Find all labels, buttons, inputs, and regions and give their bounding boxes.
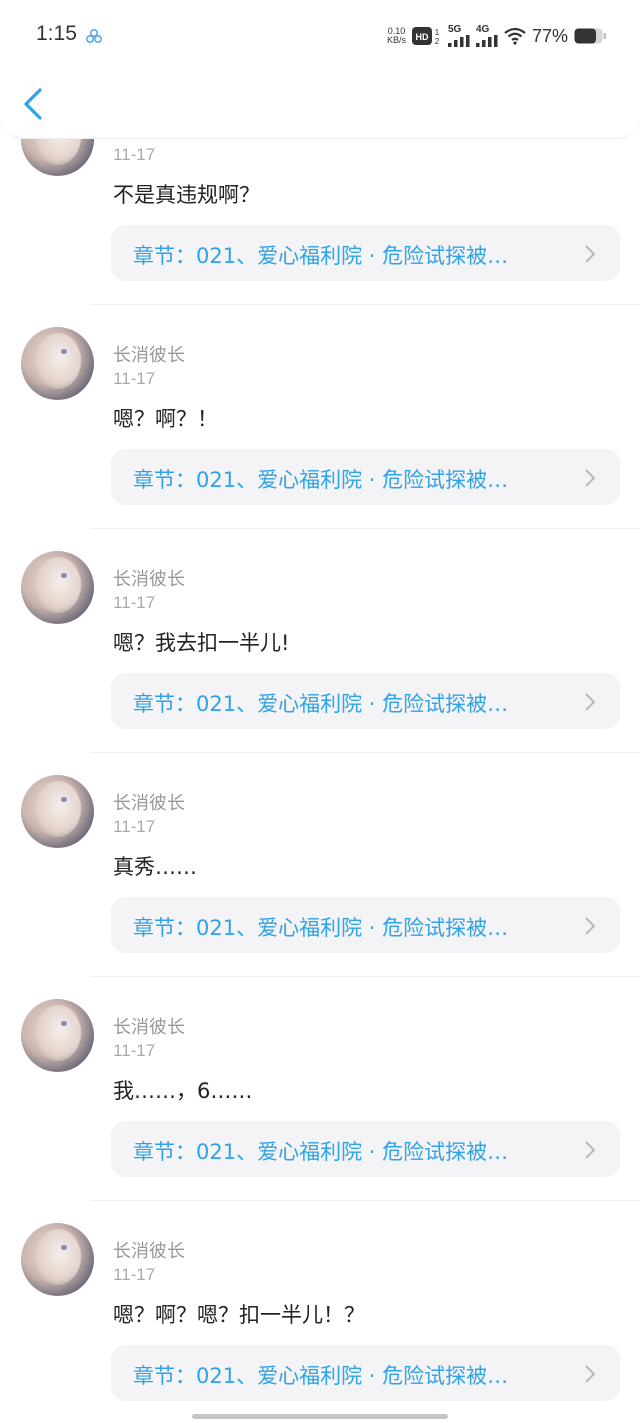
username[interactable]: 长消彼长	[113, 789, 185, 815]
username[interactable]: 长消彼长	[113, 1237, 185, 1263]
chapter-link[interactable]: 章节：021、爱心福利院 · 危险试探被…	[111, 1345, 620, 1401]
comment-date: 11-17	[113, 593, 156, 612]
comment-date: 11-17	[113, 1265, 156, 1284]
svg-text:1: 1	[435, 28, 440, 37]
chevron-right-icon	[585, 693, 596, 711]
comment-text: 真秀……	[113, 855, 197, 879]
svg-text:2: 2	[435, 37, 440, 46]
comment-date: 11-17	[113, 1041, 156, 1060]
chapter-label: 章节：021、爱心福利院 · 危险试探被…	[133, 916, 509, 940]
comment-text: 嗯？我去扣一半儿!	[113, 631, 290, 655]
top-header: 1:15 0.10 KB/s HD 1 2 5G 4G 77%	[0, 0, 640, 138]
divider	[90, 1200, 640, 1201]
hd-icon: HD 1 2	[411, 27, 440, 46]
chapter-label: 章节：021、爱心福利院 · 危险试探被…	[133, 244, 509, 268]
chevron-right-icon	[585, 917, 596, 935]
home-indicator[interactable]	[192, 1414, 448, 1419]
signal-5g: 5G	[447, 24, 470, 47]
wifi-icon	[504, 27, 526, 45]
status-icons: 0.10 KB/s HD 1 2 5G 4G 77%	[387, 22, 606, 50]
status-time: 1:15	[36, 22, 77, 45]
net-speed-unit: KB/s	[386, 35, 406, 45]
divider	[90, 528, 640, 529]
chevron-right-icon	[585, 1141, 596, 1159]
chapter-label: 章节：021、爱心福利院 · 危险试探被…	[133, 1140, 509, 1164]
chevron-right-icon	[585, 1365, 596, 1383]
status-bar: 1:15 0.10 KB/s HD 1 2 5G 4G 77%	[0, 0, 640, 72]
comment-text: 不是真违规啊？	[113, 183, 260, 207]
comment-date: 11-17	[113, 369, 156, 388]
chapter-label: 章节：021、爱心福利院 · 危险试探被…	[133, 692, 509, 716]
divider	[90, 976, 640, 977]
signal-label: 5G	[447, 24, 462, 35]
signal-bars-icon	[447, 35, 470, 47]
net-speed: 0.10 KB/s	[387, 27, 406, 45]
avatar[interactable]	[21, 1223, 94, 1296]
svg-text:HD: HD	[415, 32, 428, 42]
chapter-link[interactable]: 章节：021、爱心福利院 · 危险试探被…	[111, 1121, 620, 1177]
chapter-label: 章节：021、爱心福利院 · 危险试探被…	[133, 468, 509, 492]
battery-percent: 77%	[531, 25, 568, 46]
comment-text: 我……，6……	[113, 1079, 253, 1103]
chevron-right-icon	[585, 469, 596, 487]
comment-date: 11-17	[113, 817, 156, 836]
chapter-label: 章节：021、爱心福利院 · 危险试探被…	[133, 1364, 509, 1388]
avatar[interactable]	[21, 551, 94, 624]
username[interactable]: 长消彼长	[113, 341, 185, 367]
signal-bars-icon	[475, 35, 498, 47]
avatar[interactable]	[21, 327, 94, 400]
back-chevron-icon[interactable]	[18, 84, 54, 124]
avatar[interactable]	[21, 999, 94, 1072]
comment-item: 长消彼长 11-17 嗯？啊？！ 章节：021、爱心福利院 · 危险试探被…	[0, 327, 640, 551]
chapter-link[interactable]: 章节：021、爱心福利院 · 危险试探被…	[111, 449, 620, 505]
chapter-link[interactable]: 章节：021、爱心福利院 · 危险试探被…	[111, 225, 620, 281]
battery-icon	[574, 28, 606, 44]
comment-item: 长消彼长 11-17 嗯？我去扣一半儿! 章节：021、爱心福利院 · 危险试探…	[0, 551, 640, 775]
comment-text: 嗯？啊？嗯？扣一半儿！？	[113, 1303, 365, 1327]
comment-item: 长消彼长 11-17 我……，6…… 章节：021、爱心福利院 · 危险试探被…	[0, 999, 640, 1223]
chevron-right-icon	[585, 245, 596, 263]
avatar[interactable]	[21, 775, 94, 848]
comment-item: 长消彼长 11-17 真秀…… 章节：021、爱心福利院 · 危险试探被…	[0, 775, 640, 999]
chapter-link[interactable]: 章节：021、爱心福利院 · 危险试探被…	[111, 673, 620, 729]
divider	[90, 752, 640, 753]
divider	[90, 304, 640, 305]
comment-text: 嗯？啊？！	[113, 407, 218, 431]
username[interactable]: 长消彼长	[113, 1013, 185, 1039]
username[interactable]: 长消彼长	[113, 565, 185, 591]
signal-label: 4G	[475, 24, 490, 35]
app-dot-icon	[86, 29, 102, 43]
comment-item: 长消彼长 11-17 嗯？啊？嗯？扣一半儿！？ 章节：021、爱心福利院 · 危…	[0, 1223, 640, 1423]
comment-date: 11-17	[113, 145, 156, 164]
signal-4g: 4G	[475, 24, 498, 47]
chapter-link[interactable]: 章节：021、爱心福利院 · 危险试探被…	[111, 897, 620, 953]
